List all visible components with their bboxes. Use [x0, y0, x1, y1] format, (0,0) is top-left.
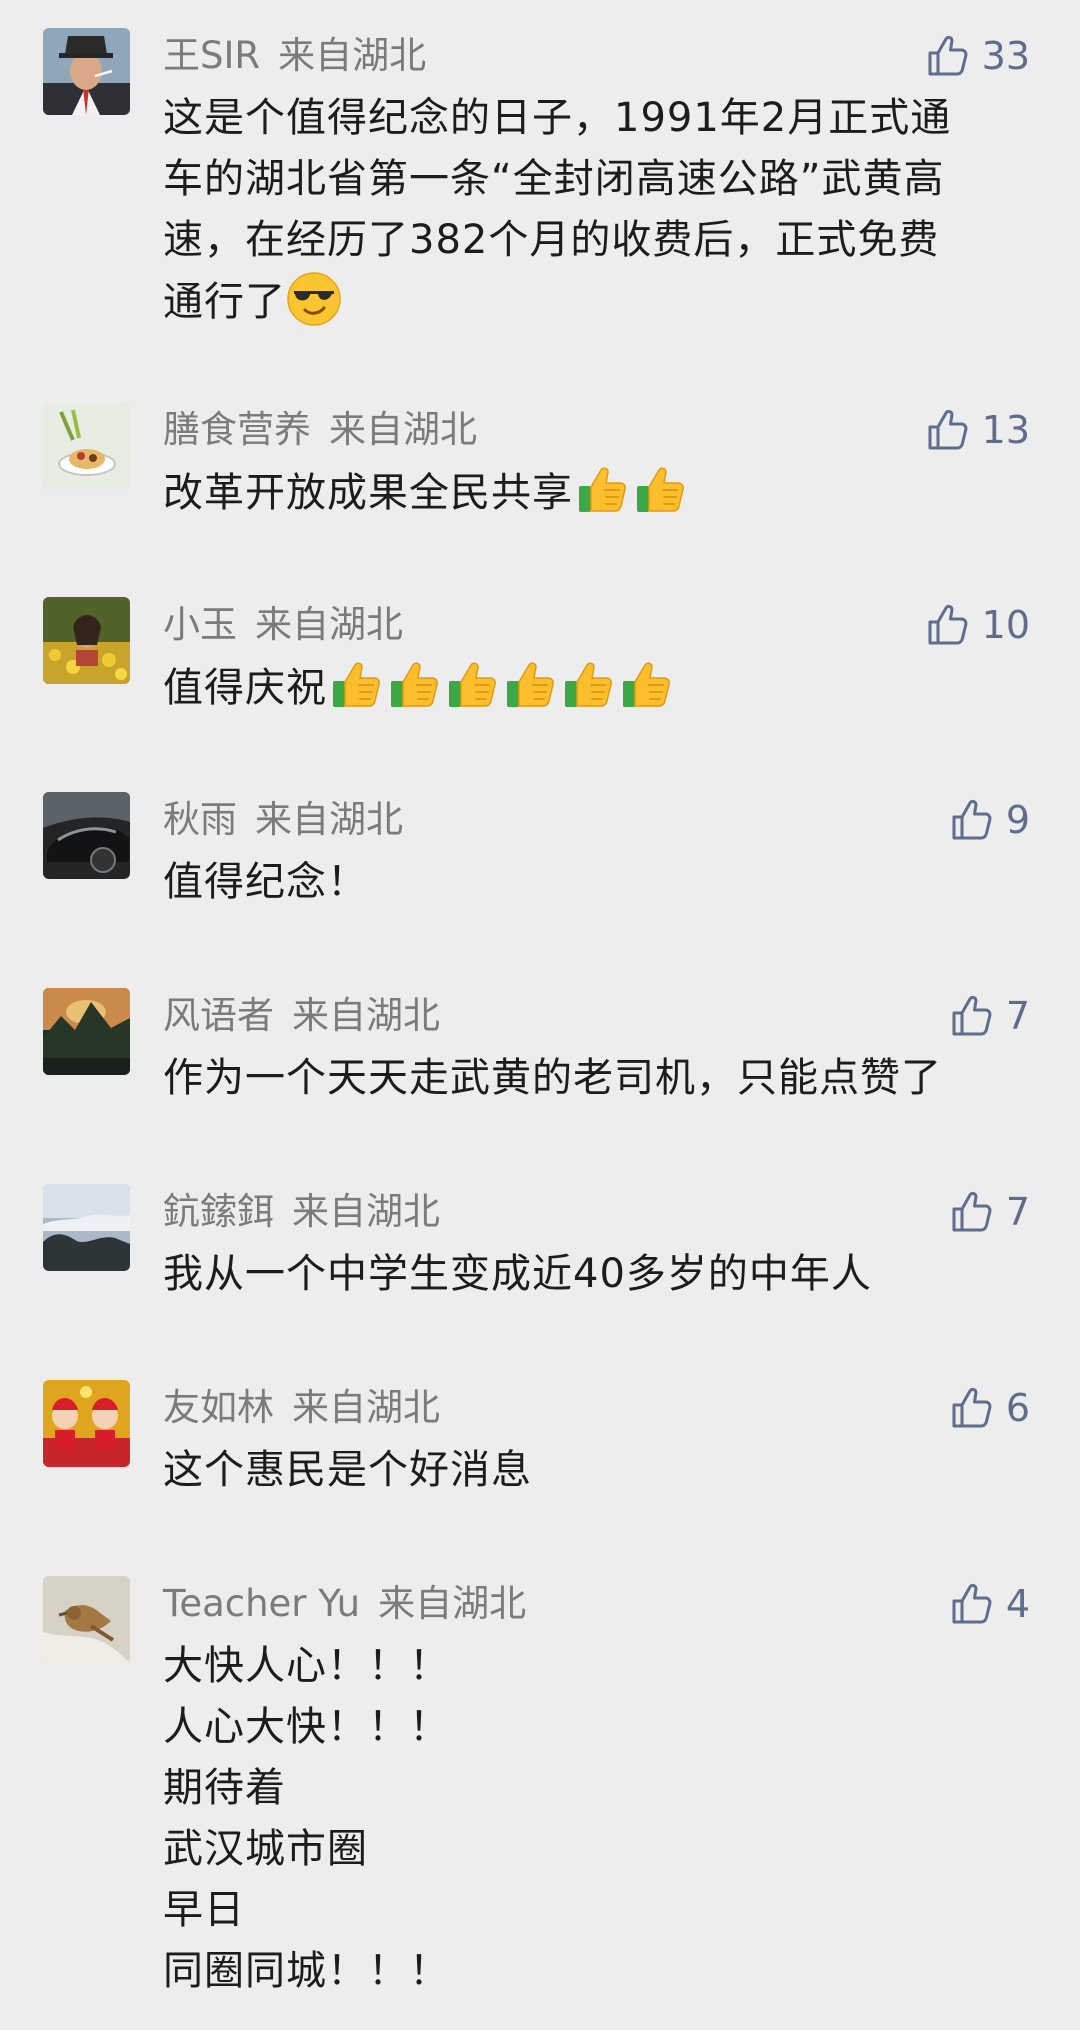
- comment-meta: 鈧鎍鉺 来自湖北: [163, 1184, 440, 1240]
- comment-text-line: 速，在经历了382个月的收费后，正式免费: [163, 217, 940, 263]
- thumbs-up-emoji-icon: [503, 657, 559, 713]
- sports-car-avatar[interactable]: [43, 792, 130, 879]
- comment-text-line: 期待着: [163, 1765, 286, 1811]
- like-button[interactable]: 4: [950, 1578, 1030, 1630]
- like-button[interactable]: 10: [926, 599, 1030, 651]
- comment-meta: Teacher Yu 来自湖北: [163, 1576, 526, 1632]
- thumbs-up-outline-icon: [950, 1386, 994, 1430]
- comment-location: 来自湖北: [255, 603, 403, 646]
- thumbs-up-emoji-icon: [633, 462, 689, 518]
- comment-text: 改革开放成果全民共享: [163, 462, 1018, 524]
- comment-location: 来自湖北: [278, 34, 427, 77]
- thumbs-up-outline-icon: [950, 1582, 994, 1626]
- comment-text-line: 我从一个中学生变成近40多岁的中年人: [163, 1251, 872, 1297]
- comment-text: 我从一个中学生变成近40多岁的中年人: [163, 1244, 1018, 1305]
- like-count: 7: [1005, 994, 1030, 1038]
- comment-meta: 膳食营养 来自湖北: [163, 402, 477, 458]
- thumbs-up-outline-icon: [926, 34, 970, 78]
- bird-avatar[interactable]: [43, 1576, 130, 1663]
- comment-location: 来自湖北: [292, 1386, 440, 1429]
- like-count: 33: [981, 34, 1030, 78]
- like-count: 6: [1005, 1386, 1030, 1430]
- thumbs-up-emoji-icon: [387, 657, 443, 713]
- comment-meta: 王SIR 来自湖北: [163, 28, 426, 84]
- thumbs-up-emoji-icon: [619, 657, 675, 713]
- comment-text-line: 大快人心！！！: [163, 1643, 450, 1689]
- like-count: 13: [981, 408, 1030, 452]
- comment-text-line: 早日: [163, 1887, 245, 1933]
- comment-meta: 友如林 来自湖北: [163, 1380, 440, 1436]
- thumbs-up-emoji-icon: [561, 657, 617, 713]
- comment-text-line: 这个惠民是个好消息: [163, 1447, 532, 1493]
- thumbs-up-outline-icon: [950, 798, 994, 842]
- thumbs-up-emoji-icon: [329, 657, 385, 713]
- thumbs-up-outline-icon: [950, 1190, 994, 1234]
- thumbs-up-outline-icon: [926, 408, 970, 452]
- comment-text-line: 作为一个天天走武黄的老司机，只能点赞了: [163, 1055, 942, 1101]
- comment-meta: 风语者 来自湖北: [163, 988, 440, 1044]
- comment-location: 来自湖北: [378, 1582, 527, 1625]
- festive-cartoon-avatar[interactable]: [43, 1380, 130, 1467]
- thumbs-up-emoji-icon: [575, 462, 631, 518]
- comment-location: 来自湖北: [329, 408, 477, 451]
- comment-text-line: 这是个值得纪念的日子，1991年2月正式通: [163, 95, 952, 141]
- like-button[interactable]: 13: [926, 404, 1030, 456]
- commenter-name[interactable]: Teacher Yu: [163, 1582, 360, 1625]
- like-button[interactable]: 33: [926, 30, 1030, 82]
- comment-text-line: 武汉城市圈: [163, 1826, 368, 1872]
- mountain-sunset-avatar[interactable]: [43, 988, 130, 1075]
- flower-field-avatar[interactable]: [43, 597, 130, 684]
- like-button[interactable]: 6: [950, 1382, 1030, 1434]
- commenter-name[interactable]: 王SIR: [163, 34, 260, 77]
- comment-location: 来自湖北: [292, 994, 440, 1037]
- comment-text: 值得庆祝: [163, 657, 1018, 719]
- comment-text-line: 值得庆祝: [163, 665, 327, 711]
- comment-text: 大快人心！！！ 人心大快！！！ 期待着 武汉城市圈 早日 同圈同城！！！: [163, 1636, 1018, 2002]
- commenter-name[interactable]: 小玉: [163, 603, 237, 646]
- thumbs-up-emoji-icon: [445, 657, 501, 713]
- like-count: 7: [1005, 1190, 1030, 1234]
- comment-text-line: 人心大快！！！: [163, 1704, 450, 1750]
- man-in-hat-avatar[interactable]: [43, 28, 130, 115]
- comment-location: 来自湖北: [292, 1190, 440, 1233]
- commenter-name[interactable]: 秋雨: [163, 798, 237, 841]
- thumbs-up-outline-icon: [950, 994, 994, 1038]
- like-button[interactable]: 7: [950, 1186, 1030, 1238]
- commenter-name[interactable]: 鈧鎍鉺: [163, 1190, 274, 1233]
- food-bowl-avatar[interactable]: [43, 402, 130, 489]
- thumbs-up-outline-icon: [926, 603, 970, 647]
- like-button[interactable]: 7: [950, 990, 1030, 1042]
- comment-meta: 小玉 来自湖北: [163, 597, 403, 653]
- comment-text-line: 通行了: [163, 279, 286, 325]
- sunglasses-emoji-icon: [286, 271, 342, 327]
- like-count: 9: [1005, 798, 1030, 842]
- like-button[interactable]: 9: [950, 794, 1030, 846]
- comment-text: 这是个值得纪念的日子，1991年2月正式通 车的湖北省第一条“全封闭高速公路”武…: [163, 88, 1018, 333]
- like-count: 4: [1005, 1582, 1030, 1626]
- comment-location: 来自湖北: [255, 798, 403, 841]
- sea-of-clouds-avatar[interactable]: [43, 1184, 130, 1271]
- like-count: 10: [981, 603, 1030, 647]
- comment-text-line: 值得纪念！: [163, 859, 368, 905]
- comment-text-line: 车的湖北省第一条“全封闭高速公路”武黄高: [163, 156, 945, 202]
- commenter-name[interactable]: 风语者: [163, 994, 274, 1037]
- commenter-name[interactable]: 友如林: [163, 1386, 274, 1429]
- comment-text: 作为一个天天走武黄的老司机，只能点赞了: [163, 1048, 1018, 1109]
- comment-text: 这个惠民是个好消息: [163, 1440, 1018, 1501]
- comment-text: 值得纪念！: [163, 852, 1018, 913]
- commenter-name[interactable]: 膳食营养: [163, 408, 311, 451]
- comment-text-line: 改革开放成果全民共享: [163, 470, 573, 516]
- comment-meta: 秋雨 来自湖北: [163, 792, 403, 848]
- comment-text-line: 同圈同城！！！: [163, 1948, 450, 1994]
